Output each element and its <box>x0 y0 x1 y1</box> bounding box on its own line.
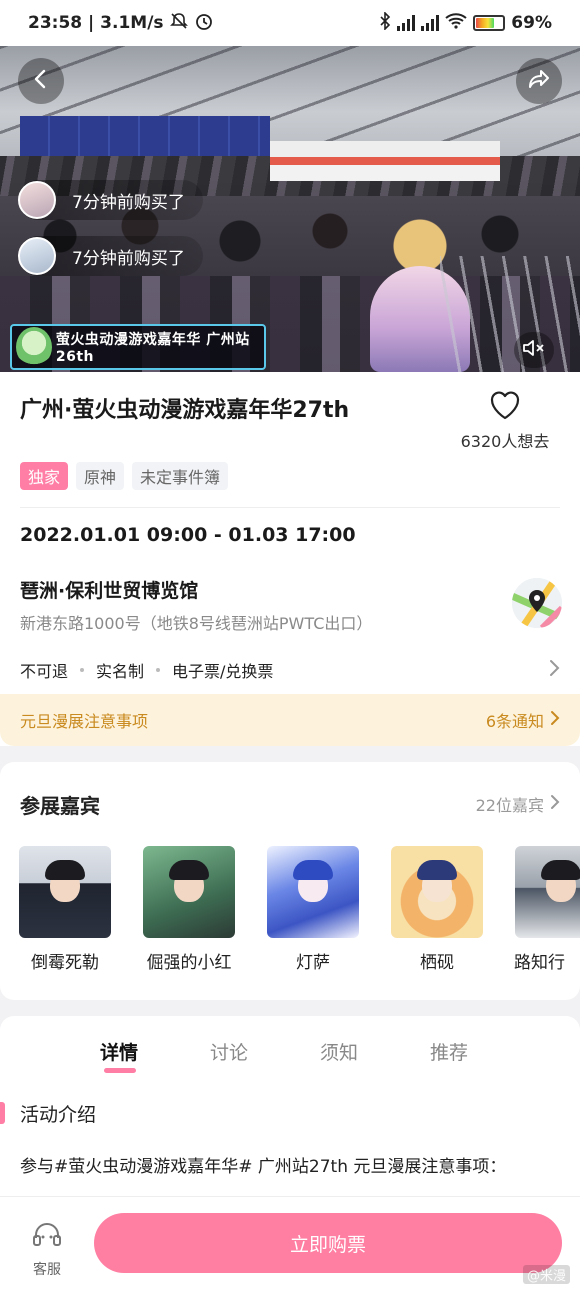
recent-purchase-text: 7分钟前购买了 <box>72 192 185 213</box>
battery-percent: 69% <box>511 13 552 33</box>
tag[interactable]: 原神 <box>76 462 125 490</box>
customer-service-label: 客服 <box>33 1262 61 1278</box>
buy-ticket-button[interactable]: 立即购票 <box>94 1213 562 1273</box>
share-icon <box>527 68 551 94</box>
recent-purchase-toast: 7分钟前购买了 <box>18 180 203 220</box>
avatar <box>18 181 56 219</box>
guest-item[interactable]: 路知行 <box>514 846 580 973</box>
tag-exclusive[interactable]: 独家 <box>20 462 69 490</box>
policy-item: 不可退 <box>20 662 69 681</box>
hero-photo-railing <box>440 256 580 372</box>
guest-photo-hair <box>417 860 457 880</box>
notice-label: 元旦漫展注意事项 <box>20 712 149 731</box>
bottom-action-bar: 客服 立即购票 @米漫 <box>0 1196 580 1289</box>
chevron-right-icon <box>550 793 560 815</box>
status-bar: 23:58 | 3.1M/s 69% <box>0 0 580 46</box>
tab-notice[interactable]: 须知 <box>320 1038 358 1065</box>
chevron-left-icon <box>31 68 51 94</box>
hero-photo-banner <box>20 116 270 156</box>
wifi-icon <box>445 13 467 33</box>
event-title: 广州·萤火虫动漫游戏嘉年华27th <box>20 398 350 423</box>
event-tags: 独家 原神 未定事件簿 <box>20 462 229 490</box>
hero-photo-wall <box>270 141 500 181</box>
guest-photo <box>143 846 235 938</box>
back-button[interactable] <box>18 58 64 104</box>
alarm-icon <box>194 11 214 35</box>
share-button[interactable] <box>516 58 562 104</box>
tab-recommend[interactable]: 推荐 <box>430 1038 468 1065</box>
avatar <box>18 237 56 275</box>
event-info-card: 广州·萤火虫动漫游戏嘉年华27th 6320人想去 独家 原神 未定事件簿 20… <box>0 372 580 746</box>
guest-photo <box>515 846 580 938</box>
bluetooth-icon <box>379 11 391 34</box>
notice-bar[interactable]: 元旦漫展注意事项 6条通知 <box>0 694 580 746</box>
map-icon[interactable] <box>512 578 562 628</box>
tab-label: 详情 <box>100 1042 139 1064</box>
mute-button[interactable] <box>514 332 554 368</box>
tag[interactable]: 未定事件簿 <box>132 462 229 490</box>
guest-photo-hair <box>45 860 85 880</box>
guests-more-link[interactable]: 22位嘉宾 <box>476 792 560 816</box>
recent-purchase-text: 7分钟前购买了 <box>72 248 185 269</box>
notice-count: 6条通知 <box>485 712 544 731</box>
guests-card: 参展嘉宾 22位嘉宾 倒霉死勒 倔强的小红 灯萨 栖砚 路知行 <box>0 762 580 1000</box>
guest-item[interactable]: 栖砚 <box>390 846 484 973</box>
detail-tabs: 详情 讨论 须知 推荐 <box>100 1038 468 1073</box>
tab-active-indicator <box>104 1068 136 1073</box>
bell-off-icon <box>169 12 188 34</box>
recent-purchase-toast: 7分钟前购买了 <box>18 236 203 276</box>
divider <box>20 507 560 508</box>
watermark: @米漫 <box>522 1265 570 1284</box>
guest-photo-hair <box>293 860 333 880</box>
want-to-go-button[interactable]: 6320人想去 <box>450 390 560 452</box>
mascot-icon <box>16 327 52 367</box>
guests-count: 22位嘉宾 <box>475 796 544 815</box>
event-logo-badge: 萤火虫动漫游戏嘉年华 广州站26th <box>10 324 266 370</box>
guest-name: 路知行 <box>514 953 565 973</box>
chevron-right-icon[interactable] <box>548 658 560 682</box>
event-hero-video[interactable]: 7分钟前购买了 7分钟前购买了 萤火虫动漫游戏嘉年华 广州站26th <box>0 46 580 372</box>
guest-name: 倔强的小红 <box>146 953 232 973</box>
policy-item: 实名制 <box>96 662 145 681</box>
guest-item[interactable]: 灯萨 <box>266 846 360 973</box>
tab-details[interactable]: 详情 <box>100 1038 139 1073</box>
venue-address[interactable]: 新港东路1000号（地铁8号线琶洲站PWTC出口） <box>20 610 372 634</box>
section-title: 活动介绍 <box>20 1104 97 1126</box>
want-count: 6320人想去 <box>460 432 550 451</box>
guest-photo-hair <box>541 860 580 880</box>
notice-count-link[interactable]: 6条通知 <box>486 708 560 732</box>
guest-photo <box>391 846 483 938</box>
ticket-policies[interactable]: 不可退 实名制 电子票/兑换票 <box>20 658 273 682</box>
cell-signal-2-icon <box>421 15 440 31</box>
headset-icon <box>24 1221 70 1255</box>
policy-item: 电子票/兑换票 <box>172 662 274 681</box>
guest-name: 倒霉死勒 <box>31 953 99 973</box>
guest-item[interactable]: 倒霉死勒 <box>18 846 112 973</box>
section-marker <box>0 1102 5 1124</box>
guest-name: 灯萨 <box>296 953 330 973</box>
guest-photo-hair <box>169 860 209 880</box>
status-time-speed: 23:58 | 3.1M/s <box>28 13 164 33</box>
guests-heading: 参展嘉宾 <box>20 794 100 818</box>
intro-text: 参与#萤火虫动漫游戏嘉年华# 广州站27th 元旦漫展注意事项： <box>20 1157 507 1177</box>
battery-icon <box>473 15 506 31</box>
separator-dot <box>80 668 85 672</box>
cell-signal-icon <box>397 15 416 31</box>
guest-photo <box>267 846 359 938</box>
guest-item[interactable]: 倔强的小红 <box>142 846 236 973</box>
chevron-right-icon <box>550 709 560 731</box>
guest-name: 栖砚 <box>420 953 454 973</box>
event-datetime: 2022.01.01 09:00 - 01.03 17:00 <box>20 524 356 546</box>
speaker-muted-icon <box>522 339 546 361</box>
separator-dot <box>156 668 161 672</box>
tab-discussion[interactable]: 讨论 <box>210 1038 248 1065</box>
customer-service-button[interactable]: 客服 <box>24 1217 70 1279</box>
venue-name[interactable]: 琶洲·保利世贸博览馆 <box>20 576 198 603</box>
event-logo-text: 萤火虫动漫游戏嘉年华 广州站26th <box>55 332 250 365</box>
guest-photo <box>19 846 111 938</box>
heart-icon <box>450 390 560 424</box>
